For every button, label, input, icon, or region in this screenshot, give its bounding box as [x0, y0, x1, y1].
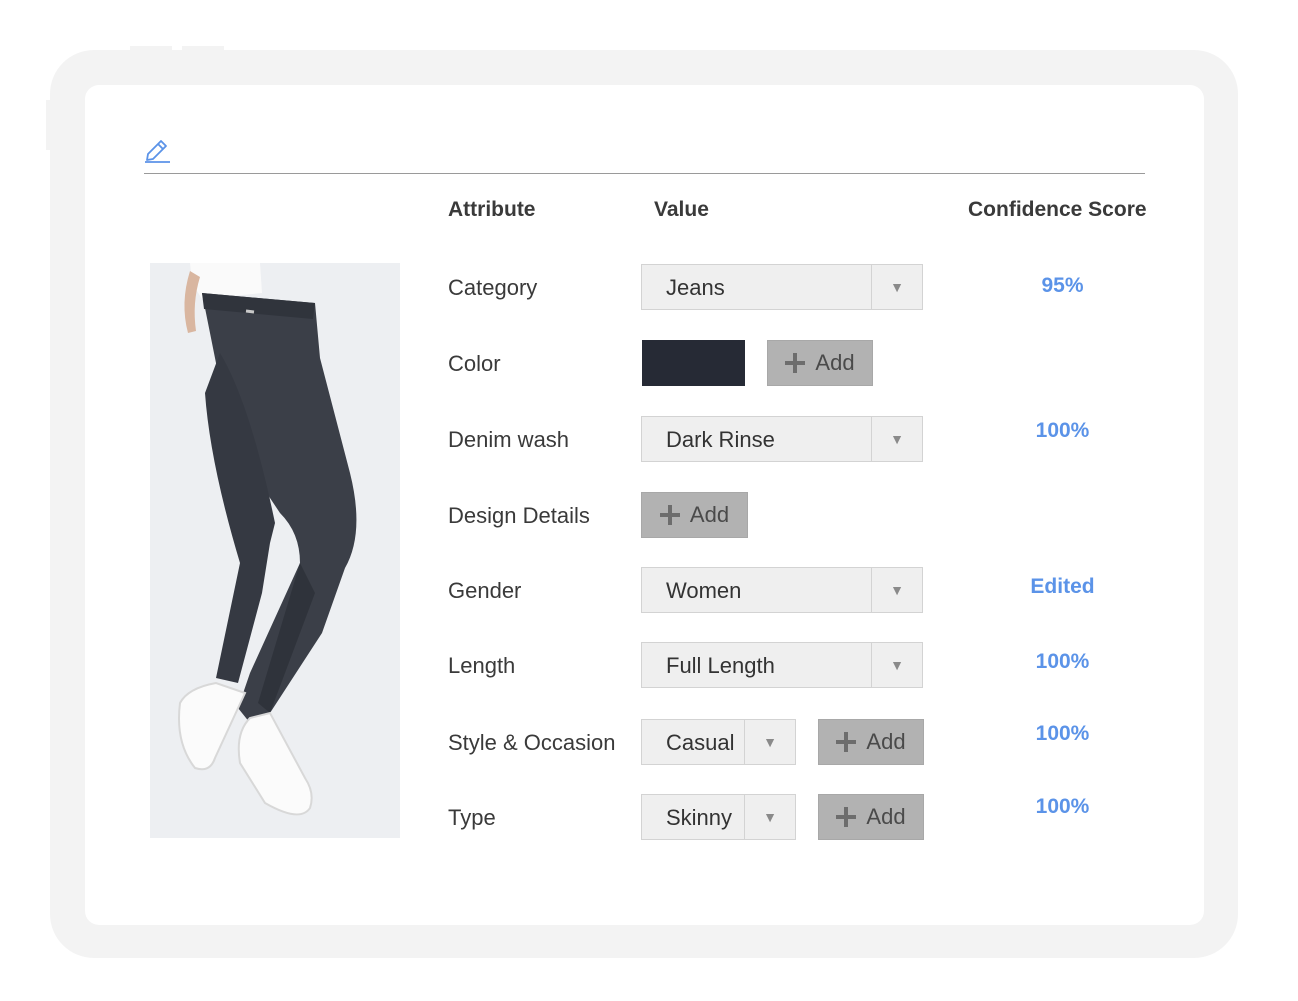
- add-color-button[interactable]: Add: [767, 340, 873, 386]
- triangle-down-icon[interactable]: ▼: [871, 417, 922, 461]
- plus-icon: [836, 732, 857, 752]
- attribute-row-design-details: Design Details Add: [0, 492, 1298, 540]
- attribute-label: Denim wash: [448, 427, 570, 452]
- attribute-label: Gender: [448, 578, 522, 603]
- attribute-row-color: Color Add: [0, 340, 1298, 388]
- select-value: Dark Rinse: [666, 427, 775, 452]
- select-value: Women: [666, 578, 742, 603]
- gender-select[interactable]: Women ▼: [641, 567, 923, 613]
- add-style-occasion-button[interactable]: Add: [818, 719, 924, 765]
- header-attribute: Attribute: [448, 198, 536, 221]
- triangle-down-icon[interactable]: ▼: [744, 795, 795, 839]
- confidence-score: 100%: [1035, 650, 1090, 673]
- add-type-button[interactable]: Add: [818, 794, 924, 840]
- add-label: Add: [866, 804, 906, 829]
- triangle-down-icon[interactable]: ▼: [871, 568, 922, 612]
- select-value: Jeans: [666, 275, 725, 300]
- header-confidence-score: Confidence Score: [968, 198, 1147, 221]
- select-value: Full Length: [666, 653, 775, 678]
- length-select[interactable]: Full Length ▼: [641, 642, 923, 688]
- add-label: Add: [866, 729, 906, 754]
- header-value: Value: [654, 198, 709, 221]
- confidence-score: 100%: [1035, 722, 1090, 745]
- color-swatch[interactable]: [642, 340, 745, 386]
- confidence-score: 100%: [1035, 419, 1090, 442]
- add-label: Add: [815, 350, 855, 375]
- category-select[interactable]: Jeans ▼: [641, 264, 923, 310]
- triangle-down-icon[interactable]: ▼: [871, 643, 922, 687]
- triangle-down-icon[interactable]: ▼: [871, 265, 922, 309]
- attribute-label: Length: [448, 653, 516, 678]
- attribute-label: Type: [448, 805, 496, 830]
- confidence-score: 100%: [1035, 795, 1090, 818]
- confidence-score: 95%: [1041, 274, 1084, 297]
- attribute-row-type: Type Skinny ▼ Add 100%: [0, 794, 1298, 842]
- attribute-row-denim-wash: Denim wash Dark Rinse ▼ 100%: [0, 416, 1298, 464]
- attribute-row-style-occasion: Style & Occasion Casual ▼ Add 100%: [0, 719, 1298, 767]
- select-value: Casual: [666, 730, 735, 755]
- plus-icon: [785, 353, 806, 373]
- pencil-edit-icon[interactable]: [142, 136, 172, 166]
- triangle-down-icon[interactable]: ▼: [744, 720, 795, 764]
- select-value: Skinny: [666, 805, 733, 830]
- attribute-row-category: Category Jeans ▼ 95%: [0, 264, 1298, 312]
- add-label: Add: [689, 502, 730, 527]
- confidence-score: Edited: [1030, 575, 1095, 598]
- header-divider: [144, 173, 1145, 174]
- plus-icon: [659, 505, 680, 525]
- type-select[interactable]: Skinny ▼: [641, 794, 796, 840]
- plus-icon: [836, 807, 857, 827]
- attribute-row-length: Length Full Length ▼ 100%: [0, 642, 1298, 690]
- add-design-details-button[interactable]: Add: [641, 492, 748, 538]
- style-occasion-select[interactable]: Casual ▼: [641, 719, 796, 765]
- denim-wash-select[interactable]: Dark Rinse ▼: [641, 416, 923, 462]
- attribute-label: Style & Occasion: [448, 730, 616, 755]
- attribute-label: Design Details: [448, 503, 590, 528]
- attribute-label: Color: [448, 351, 501, 376]
- attribute-row-gender: Gender Women ▼ Edited: [0, 567, 1298, 615]
- attribute-label: Category: [448, 275, 538, 300]
